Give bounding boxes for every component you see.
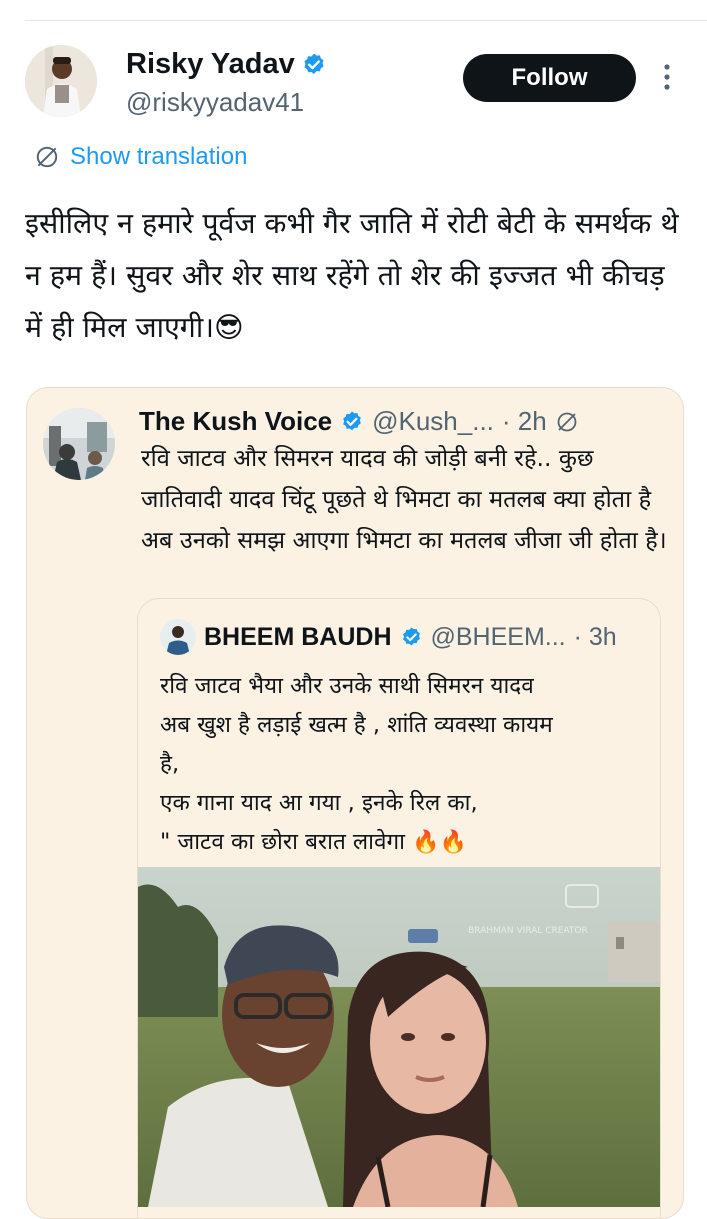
quoted-tweet-card[interactable]: The Kush Voice @Kush_... · 2h रवि जाटव औ…	[26, 387, 684, 1219]
nested-quote-text: रवि जाटव भैया और उनके साथी सिमरन यादव अब…	[160, 667, 640, 862]
nested-quoted-tweet-card[interactable]: BHEEM BAUDH @BHEEM... · 3h रवि जाटव भैया…	[137, 598, 661, 1218]
quote-author-avatar[interactable]	[43, 408, 115, 480]
nested-quote-line: रवि जाटव भैया और उनके साथी सिमरन यादव	[160, 673, 534, 699]
more-options-icon[interactable]	[660, 62, 674, 92]
author-name[interactable]: Risky Yadav	[126, 48, 295, 81]
nested-quote-author-handle[interactable]: @BHEEM...	[431, 623, 566, 652]
translate-small-icon	[557, 412, 577, 431]
quote-author-name[interactable]: The Kush Voice	[139, 406, 332, 437]
verified-badge-icon	[343, 411, 361, 430]
top-divider	[25, 20, 707, 21]
fire-emoji: 🔥🔥	[412, 830, 467, 855]
nested-quote-line: " जाटव का छोरा बरात लावेगा 🔥🔥	[160, 823, 640, 862]
svg-text:BRAHMAN VIRAL CREATOR: BRAHMAN VIRAL CREATOR	[468, 926, 588, 936]
nested-quote-line: एक गाना याद आ गया , इनके रिल का,	[160, 790, 478, 816]
nested-quote-line: है,	[160, 751, 180, 777]
nested-quote-last-line: " जाटव का छोरा बरात लावेगा	[160, 829, 406, 855]
translate-icon	[36, 146, 58, 168]
tweet-text: इसीलिए न हमारे पूर्वज कभी गैर जाति में र…	[25, 207, 679, 344]
nested-quote-time: · 3h	[573, 622, 617, 651]
quote-author-handle[interactable]: @Kush_...	[372, 406, 494, 437]
show-translation-label[interactable]: Show translation	[70, 143, 247, 171]
author-avatar[interactable]	[25, 45, 97, 117]
verified-badge-icon	[304, 53, 324, 74]
author-handle[interactable]: @riskyyadav41	[126, 87, 304, 118]
follow-button[interactable]: Follow	[463, 54, 636, 102]
nested-quote-author-name[interactable]: BHEEM BAUDH	[204, 623, 392, 652]
video-thumbnail[interactable]: BRAHMAN VIRAL CREATOR	[138, 867, 660, 1207]
quote-header[interactable]: The Kush Voice @Kush_... · 2h	[139, 406, 579, 437]
author-name-row[interactable]: Risky Yadav	[126, 48, 327, 81]
quote-time: · 2h	[501, 406, 547, 436]
quote-text: रवि जाटव और सिमरन यादव की जोड़ी बनी रहे.…	[141, 444, 667, 554]
verified-badge-icon	[402, 626, 420, 645]
nested-quote-header[interactable]: BHEEM BAUDH @BHEEM... · 3h	[160, 619, 617, 655]
show-translation-link[interactable]: Show translation	[34, 143, 247, 171]
nested-quote-author-avatar[interactable]	[160, 619, 196, 655]
nested-quote-line: अब खुश है लड़ाई खत्म है , शांति व्यवस्था…	[160, 712, 553, 738]
